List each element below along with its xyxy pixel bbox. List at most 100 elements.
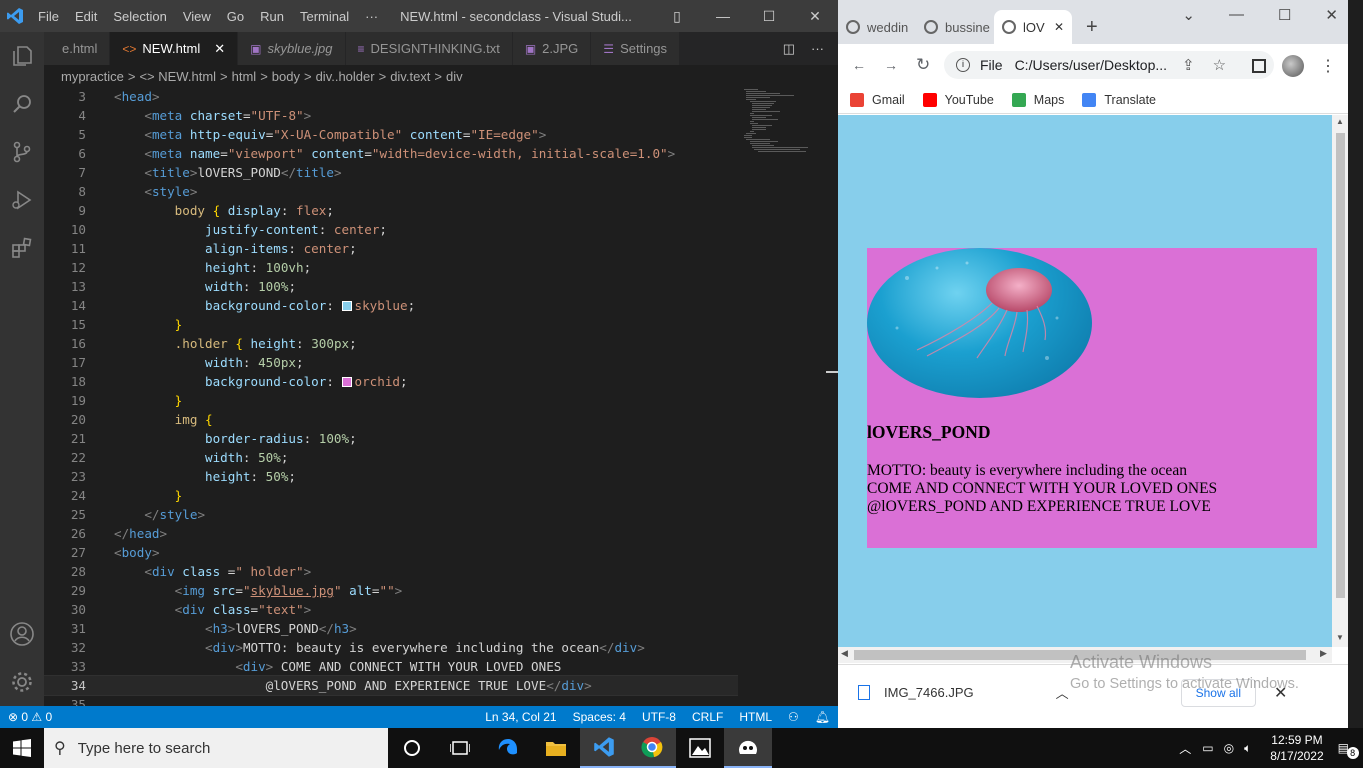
bookmark-translate[interactable]: Translate xyxy=(1082,92,1156,107)
code-line[interactable]: 27 <body> xyxy=(44,543,738,562)
clock[interactable]: 12:59 PM 8/17/2022 xyxy=(1270,732,1323,764)
bookmark-star-icon[interactable]: ☆ xyxy=(1213,56,1226,74)
network-icon[interactable]: ◎ xyxy=(1224,741,1234,755)
browser-tab[interactable]: weddin xyxy=(838,10,916,44)
windows-start-icon[interactable] xyxy=(0,728,44,768)
split-editor-icon[interactable]: ◫ xyxy=(783,41,795,57)
code-line[interactable]: 34 @lOVERS_POND AND EXPERIENCE TRUE LOVE… xyxy=(44,675,738,696)
close-tab-icon[interactable]: ✕ xyxy=(214,41,225,57)
breadcrumb-item[interactable]: mypractice xyxy=(61,69,124,84)
minimize-button[interactable]: — xyxy=(700,8,746,24)
code-line[interactable]: 15 } xyxy=(44,315,738,334)
info-icon[interactable]: i xyxy=(956,58,970,72)
code-line[interactable]: 30 <div class="text"> xyxy=(44,600,738,619)
code-line[interactable]: 28 <div class =" holder"> xyxy=(44,562,738,581)
breadcrumb-item[interactable]: body xyxy=(272,69,300,84)
code-line[interactable]: 29 <img src="skyblue.jpg" alt=""> xyxy=(44,581,738,600)
problems-indicator[interactable]: ⊗ 0 ⚠ 0 xyxy=(8,710,52,724)
editor-tab[interactable]: e.html xyxy=(44,32,111,65)
language-mode[interactable]: HTML xyxy=(739,710,772,724)
code-line[interactable]: 10 justify-content: center; xyxy=(44,220,738,239)
breadcrumb-item[interactable]: div.text xyxy=(390,69,430,84)
close-tab-icon[interactable]: ✕ xyxy=(1054,20,1064,34)
code-line[interactable]: 3 <head> xyxy=(44,87,738,106)
chrome-taskbar-icon[interactable] xyxy=(628,728,676,768)
bookmark-maps[interactable]: Maps xyxy=(1011,92,1064,107)
code-line[interactable]: 22 width: 50%; xyxy=(44,448,738,467)
bookmark-youtube[interactable]: YouTube xyxy=(922,92,994,107)
editor-tab[interactable]: ≡ DESIGNTHINKING.txt xyxy=(345,32,513,65)
minimap[interactable] xyxy=(738,87,828,706)
more-actions-icon[interactable]: ··· xyxy=(811,41,824,56)
cursor-position[interactable]: Ln 34, Col 21 xyxy=(485,710,556,724)
close-button[interactable]: ✕ xyxy=(792,8,838,25)
share-icon[interactable]: ⇪ xyxy=(1182,56,1195,74)
code-line[interactable]: 20 img { xyxy=(44,410,738,429)
code-line[interactable]: 35 xyxy=(44,695,738,706)
code-line[interactable]: 23 height: 50%; xyxy=(44,467,738,486)
code-line[interactable]: 26 </head> xyxy=(44,524,738,543)
editor-tab[interactable]: ▣ 2.JPG xyxy=(512,32,592,65)
editor-tab[interactable]: ▣ skyblue.jpg xyxy=(238,32,346,65)
indentation[interactable]: Spaces: 4 xyxy=(573,710,626,724)
code-line[interactable]: 32 <div>MOTTO: beauty is everywhere incl… xyxy=(44,638,738,657)
editor-tab[interactable]: <> NEW.html ✕ xyxy=(110,32,239,65)
editor-scrollbar[interactable] xyxy=(826,87,838,706)
chevron-up-icon[interactable]: ︿ xyxy=(1179,740,1191,757)
breadcrumb-item[interactable]: div..holder xyxy=(316,69,375,84)
menu-item[interactable]: Go xyxy=(227,9,244,24)
explorer-icon[interactable] xyxy=(0,32,44,80)
code-line[interactable]: 25 </style> xyxy=(44,505,738,524)
notification-icon[interactable]: ▤ 8 xyxy=(1338,741,1359,759)
menu-item[interactable]: File xyxy=(38,9,59,24)
volume-icon[interactable]: 🔈︎ xyxy=(1244,741,1251,756)
menu-item[interactable]: View xyxy=(183,9,211,24)
minimize-button[interactable]: — xyxy=(1229,6,1244,24)
code-line[interactable]: 13 width: 100%; xyxy=(44,277,738,296)
code-line[interactable]: 33 <div> COME AND CONNECT WITH YOUR LOVE… xyxy=(44,657,738,676)
code-line[interactable]: 7 <title>lOVERS_POND</title> xyxy=(44,163,738,182)
breadcrumb-item[interactable]: <> NEW.html xyxy=(139,69,216,84)
chevron-up-icon[interactable]: ︿ xyxy=(1056,683,1069,702)
bell-icon[interactable]: 🔔︎ xyxy=(815,710,830,724)
search-icon[interactable] xyxy=(0,80,44,128)
maximize-button[interactable]: ☐ xyxy=(746,8,792,25)
reload-icon[interactable]: ↻ xyxy=(916,55,930,75)
taskbar-search[interactable]: ⚲ Type here to search xyxy=(44,728,388,768)
code-line[interactable]: 4 <meta charset="UTF-8"> xyxy=(44,106,738,125)
account-icon[interactable] xyxy=(0,610,44,658)
code-line[interactable]: 31 <h3>lOVERS_POND</h3> xyxy=(44,619,738,638)
download-filename[interactable]: IMG_7466.JPG xyxy=(884,685,974,700)
back-icon[interactable]: ← xyxy=(852,57,866,73)
code-line[interactable]: 5 <meta http-equiv="X-UA-Compatible" con… xyxy=(44,125,738,144)
run-debug-icon[interactable] xyxy=(0,176,44,224)
tab-search-icon[interactable]: ⌄ xyxy=(1182,6,1195,24)
side-panel-icon[interactable] xyxy=(1252,59,1266,73)
code-line[interactable]: 17 width: 450px; xyxy=(44,353,738,372)
maximize-button[interactable]: ☐ xyxy=(1278,6,1291,24)
avatar[interactable] xyxy=(1282,55,1304,77)
code-line[interactable]: 14 background-color: skyblue; xyxy=(44,296,738,315)
photos-icon[interactable] xyxy=(676,728,724,768)
breadcrumb-item[interactable]: html xyxy=(232,69,257,84)
menu-item[interactable]: Selection xyxy=(113,9,166,24)
source-control-icon[interactable] xyxy=(0,128,44,176)
file-explorer-icon[interactable] xyxy=(532,728,580,768)
menu-item[interactable]: ··· xyxy=(365,9,378,24)
snip-tool-icon[interactable] xyxy=(724,728,772,768)
vscode-taskbar-icon[interactable] xyxy=(580,728,628,768)
editor-tab[interactable]: ☰ Settings xyxy=(591,32,681,65)
browser-tab[interactable]: lOV ✕ xyxy=(994,10,1072,44)
code-line[interactable]: 18 background-color: orchid; xyxy=(44,372,738,391)
code-line[interactable]: 6 <meta name="viewport" content="width=d… xyxy=(44,144,738,163)
edge-icon[interactable] xyxy=(484,728,532,768)
vertical-scrollbar[interactable]: ▲ ▼ xyxy=(1332,115,1348,647)
code-line[interactable]: 11 align-items: center; xyxy=(44,239,738,258)
bookmark-gmail[interactable]: Gmail xyxy=(850,92,905,107)
new-tab-button[interactable]: + xyxy=(1086,10,1098,44)
code-line[interactable]: 19 } xyxy=(44,391,738,410)
cortana-icon[interactable] xyxy=(388,728,436,768)
task-view-icon[interactable] xyxy=(436,728,484,768)
menu-item[interactable]: Edit xyxy=(75,9,97,24)
feedback-icon[interactable]: ⚇ xyxy=(788,710,799,724)
